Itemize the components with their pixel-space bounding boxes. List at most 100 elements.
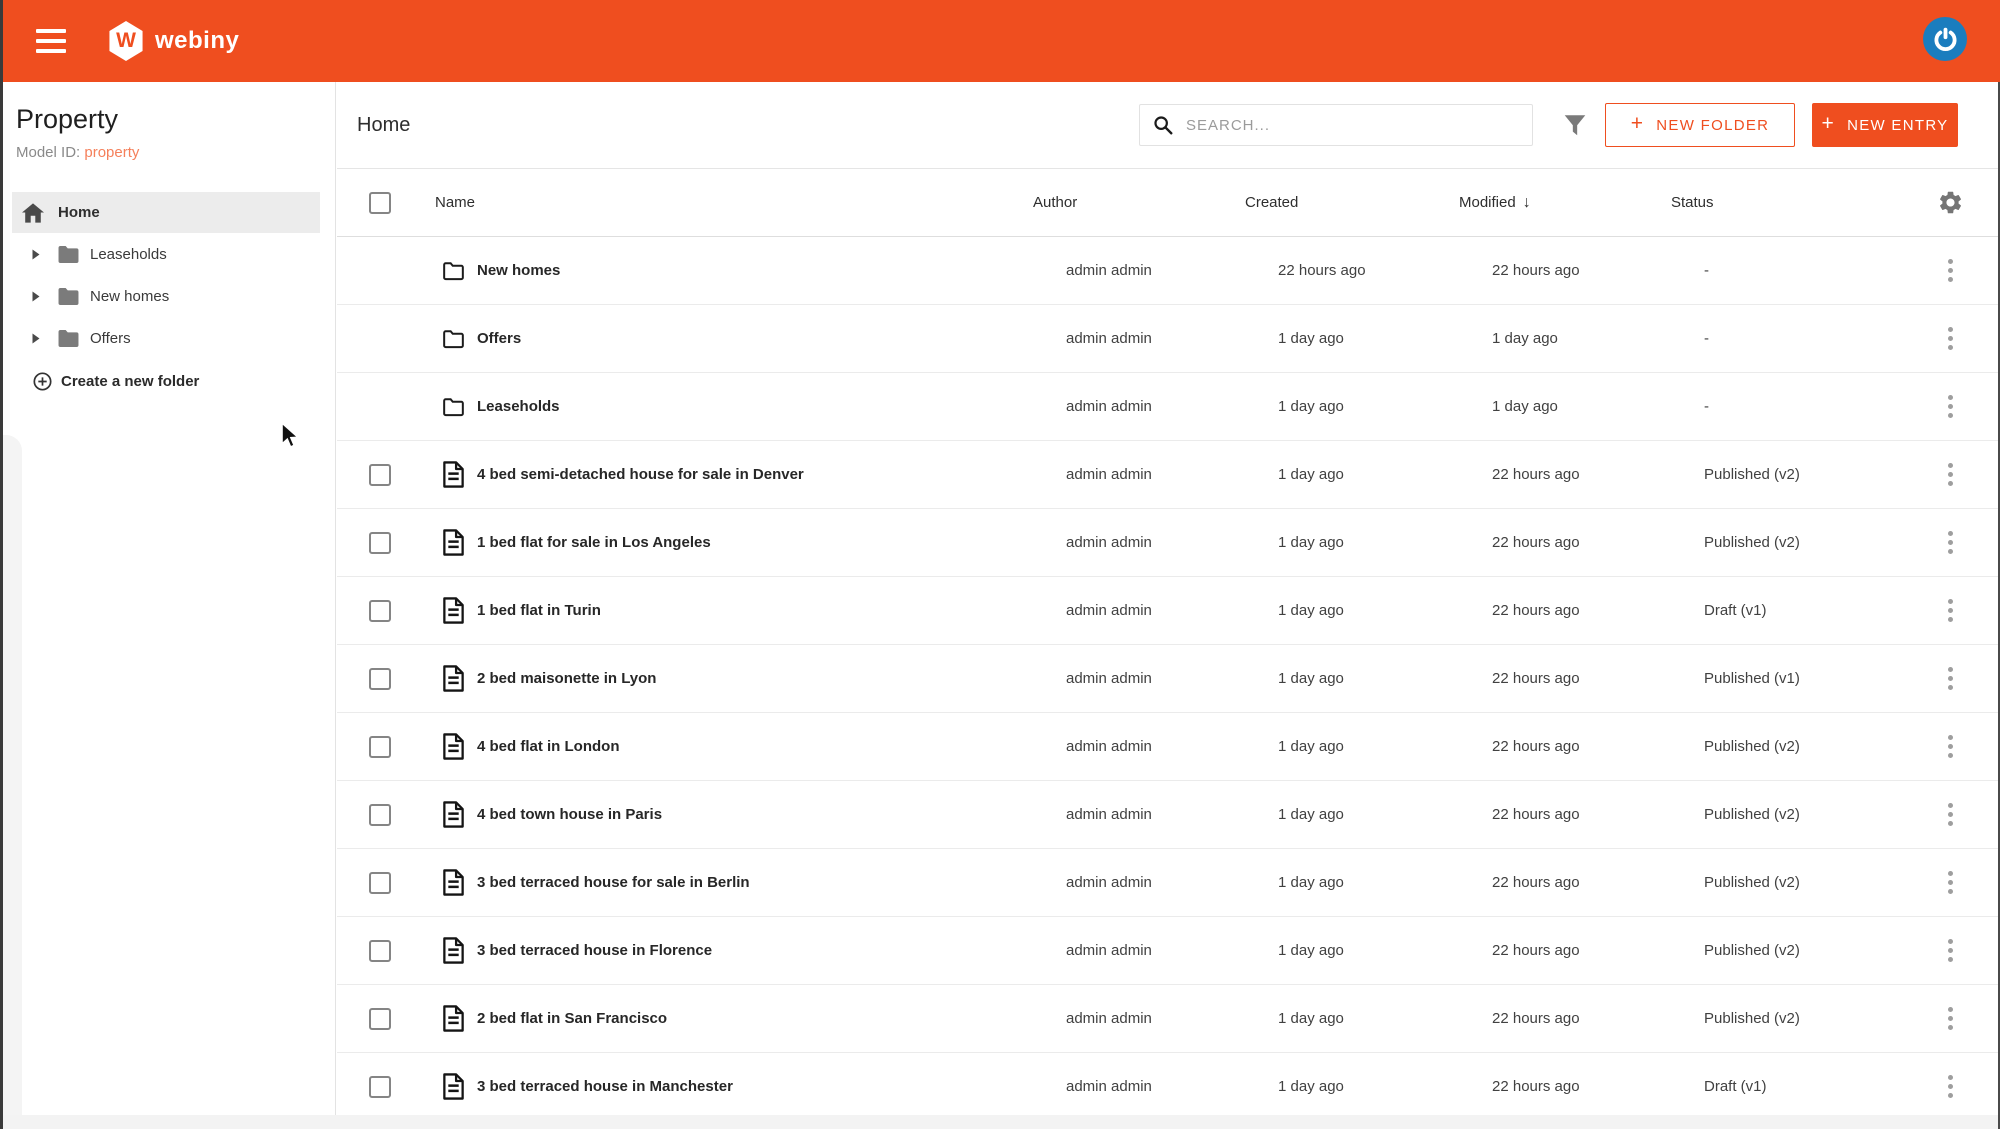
row-created: 1 day ago: [1278, 738, 1344, 755]
document-icon: [443, 801, 464, 828]
folder-icon: [58, 329, 79, 347]
table-row-entry-10[interactable]: 3 bed terraced house in Florence admin a…: [337, 917, 2000, 985]
document-icon: [443, 1073, 464, 1100]
menu-icon[interactable]: [36, 29, 66, 53]
row-checkbox[interactable]: [369, 1007, 391, 1030]
table-settings-gear-icon[interactable]: [1937, 189, 1964, 216]
row-name[interactable]: New homes: [477, 262, 1066, 279]
table-row-entry-7[interactable]: 4 bed flat in London admin admin 1 day a…: [337, 713, 2000, 781]
sidebar-folder-item-0[interactable]: Leaseholds: [0, 233, 336, 275]
row-name[interactable]: 1 bed flat in Turin: [477, 602, 1066, 619]
column-header-author[interactable]: Author: [1033, 194, 1245, 211]
select-all-checkbox[interactable]: [369, 191, 391, 214]
sidebar-item-home[interactable]: Home: [12, 192, 320, 233]
sidebar-folder-item-2[interactable]: Offers: [0, 317, 336, 359]
caret-right-icon[interactable]: [32, 291, 40, 302]
row-checkbox[interactable]: [369, 1075, 391, 1098]
row-modified: 1 day ago: [1492, 398, 1558, 415]
column-header-modified[interactable]: Modified ↓: [1459, 194, 1671, 212]
row-author: admin admin: [1066, 262, 1152, 279]
row-name[interactable]: 1 bed flat for sale in Los Angeles: [477, 534, 1066, 551]
row-name[interactable]: 4 bed town house in Paris: [477, 806, 1066, 823]
table-row-entry-4[interactable]: 1 bed flat for sale in Los Angeles admin…: [337, 509, 2000, 577]
table-row-entry-3[interactable]: 4 bed semi-detached house for sale in De…: [337, 441, 2000, 509]
new-entry-button[interactable]: + NEW ENTRY: [1812, 103, 1958, 147]
row-more-kebab-icon[interactable]: [1942, 387, 1959, 426]
row-checkbox[interactable]: [369, 871, 391, 894]
row-modified: 1 day ago: [1492, 330, 1558, 347]
row-more-kebab-icon[interactable]: [1942, 455, 1959, 494]
row-checkbox[interactable]: [369, 463, 391, 486]
row-checkbox[interactable]: [369, 531, 391, 554]
row-name[interactable]: 2 bed flat in San Francisco: [477, 1010, 1066, 1027]
row-status: Published (v2): [1704, 534, 1800, 551]
table-row-entry-11[interactable]: 2 bed flat in San Francisco admin admin …: [337, 985, 2000, 1053]
caret-right-icon[interactable]: [32, 249, 40, 260]
row-name[interactable]: 4 bed semi-detached house for sale in De…: [477, 466, 1066, 483]
row-author: admin admin: [1066, 738, 1152, 755]
row-modified: 22 hours ago: [1492, 1078, 1580, 1095]
row-name[interactable]: 3 bed terraced house in Florence: [477, 942, 1066, 959]
webiny-hexagon-icon: W: [109, 21, 143, 61]
row-status: Published (v1): [1704, 670, 1800, 687]
document-icon: [443, 1005, 464, 1032]
table-row-folder-2[interactable]: Leaseholds admin admin 1 day ago 1 day a…: [337, 373, 2000, 441]
row-name[interactable]: 2 bed maisonette in Lyon: [477, 670, 1066, 687]
row-more-kebab-icon[interactable]: [1942, 591, 1959, 630]
row-name[interactable]: Offers: [477, 330, 1066, 347]
table-row-entry-9[interactable]: 3 bed terraced house for sale in Berlin …: [337, 849, 2000, 917]
row-author: admin admin: [1066, 534, 1152, 551]
column-header-name[interactable]: Name: [402, 194, 1033, 211]
create-folder-button[interactable]: Create a new folder: [33, 372, 199, 391]
search-input[interactable]: [1186, 116, 1532, 134]
table-row-entry-8[interactable]: 4 bed town house in Paris admin admin 1 …: [337, 781, 2000, 849]
user-avatar[interactable]: [1923, 17, 1967, 61]
row-checkbox[interactable]: [369, 599, 391, 622]
table-row-folder-0[interactable]: New homes admin admin 22 hours ago 22 ho…: [337, 237, 2000, 305]
document-icon: [443, 733, 464, 760]
row-modified: 22 hours ago: [1492, 262, 1580, 279]
row-modified: 22 hours ago: [1492, 670, 1580, 687]
row-checkbox[interactable]: [369, 939, 391, 962]
row-more-kebab-icon[interactable]: [1942, 523, 1959, 562]
row-created: 1 day ago: [1278, 602, 1344, 619]
column-header-created[interactable]: Created: [1245, 194, 1459, 211]
row-more-kebab-icon[interactable]: [1942, 659, 1959, 698]
webiny-logo[interactable]: W webiny: [108, 21, 239, 61]
table-row-entry-6[interactable]: 2 bed maisonette in Lyon admin admin 1 d…: [337, 645, 2000, 713]
row-more-kebab-icon[interactable]: [1942, 319, 1959, 358]
column-header-status[interactable]: Status: [1671, 194, 1900, 211]
row-author: admin admin: [1066, 806, 1152, 823]
row-more-kebab-icon[interactable]: [1942, 931, 1959, 970]
drawer-edge: [0, 435, 22, 1129]
row-checkbox[interactable]: [369, 803, 391, 826]
row-status: -: [1704, 398, 1709, 415]
sidebar-folder-item-1[interactable]: New homes: [0, 275, 336, 317]
row-more-kebab-icon[interactable]: [1942, 999, 1959, 1038]
row-name[interactable]: Leaseholds: [477, 398, 1066, 415]
create-folder-label: Create a new folder: [61, 373, 200, 390]
row-name[interactable]: 3 bed terraced house in Manchester: [477, 1078, 1066, 1095]
row-status: Published (v2): [1704, 942, 1800, 959]
row-status: -: [1704, 262, 1709, 279]
row-status: Draft (v1): [1704, 1078, 1767, 1095]
row-more-kebab-icon[interactable]: [1942, 1067, 1959, 1106]
caret-right-icon[interactable]: [32, 333, 40, 344]
table-row-entry-12[interactable]: 3 bed terraced house in Manchester admin…: [337, 1053, 2000, 1121]
row-checkbox[interactable]: [369, 735, 391, 758]
row-more-kebab-icon[interactable]: [1942, 795, 1959, 834]
row-more-kebab-icon[interactable]: [1942, 727, 1959, 766]
row-name[interactable]: 3 bed terraced house for sale in Berlin: [477, 874, 1066, 891]
row-modified: 22 hours ago: [1492, 534, 1580, 551]
table-row-entry-5[interactable]: 1 bed flat in Turin admin admin 1 day ag…: [337, 577, 2000, 645]
row-status: Published (v2): [1704, 806, 1800, 823]
row-checkbox[interactable]: [369, 667, 391, 690]
row-more-kebab-icon[interactable]: [1942, 251, 1959, 290]
row-more-kebab-icon[interactable]: [1942, 863, 1959, 902]
document-icon: [443, 529, 464, 556]
new-folder-button[interactable]: + NEW FOLDER: [1605, 103, 1795, 147]
row-modified: 22 hours ago: [1492, 738, 1580, 755]
filter-icon[interactable]: [1562, 112, 1588, 139]
table-row-folder-1[interactable]: Offers admin admin 1 day ago 1 day ago -: [337, 305, 2000, 373]
row-name[interactable]: 4 bed flat in London: [477, 738, 1066, 755]
